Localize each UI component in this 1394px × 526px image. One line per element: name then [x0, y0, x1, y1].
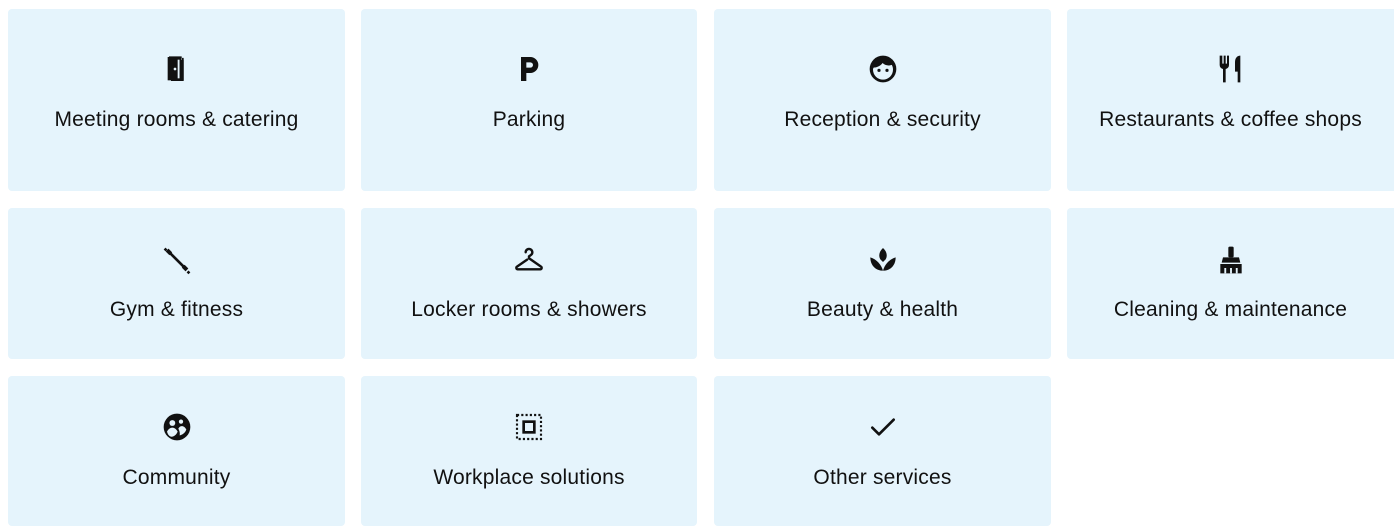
service-label: Beauty & health — [806, 298, 959, 321]
parking-icon — [513, 53, 545, 85]
services-grid: Meeting rooms & catering Parking Recepti… — [0, 0, 1394, 526]
service-label: Reception & security — [784, 108, 981, 131]
lotus-icon — [867, 244, 899, 276]
service-card-community[interactable]: Community — [8, 376, 345, 526]
service-label: Locker rooms & showers — [411, 298, 647, 321]
dumbbell-icon — [161, 244, 193, 276]
service-card-workplace-solutions[interactable]: Workplace solutions — [361, 376, 697, 526]
service-card-other-services[interactable]: Other services — [714, 376, 1051, 526]
service-label: Community — [122, 466, 231, 489]
door-icon — [161, 53, 193, 85]
service-card-cleaning[interactable]: Cleaning & maintenance — [1067, 208, 1394, 359]
service-label: Other services — [813, 466, 952, 489]
face-icon — [867, 53, 899, 85]
service-label: Cleaning & maintenance — [1113, 298, 1348, 321]
service-label: Gym & fitness — [109, 298, 244, 321]
service-label: Meeting rooms & catering — [54, 108, 299, 131]
community-icon — [161, 411, 193, 443]
hanger-icon — [513, 244, 545, 276]
service-card-gym-fitness[interactable]: Gym & fitness — [8, 208, 345, 359]
select-square-icon — [513, 411, 545, 443]
service-label: Parking — [492, 108, 566, 131]
fork-knife-icon — [1215, 53, 1247, 85]
service-card-locker-rooms[interactable]: Locker rooms & showers — [361, 208, 697, 359]
service-card-reception-security[interactable]: Reception & security — [714, 9, 1051, 191]
check-icon — [867, 411, 899, 443]
service-card-parking[interactable]: Parking — [361, 9, 697, 191]
service-card-restaurants[interactable]: Restaurants & coffee shops — [1067, 9, 1394, 191]
service-label: Restaurants & coffee shops — [1099, 108, 1362, 131]
service-label: Workplace solutions — [433, 466, 625, 489]
service-card-meeting-rooms[interactable]: Meeting rooms & catering — [8, 9, 345, 191]
broom-icon — [1215, 244, 1247, 276]
service-card-beauty-health[interactable]: Beauty & health — [714, 208, 1051, 359]
